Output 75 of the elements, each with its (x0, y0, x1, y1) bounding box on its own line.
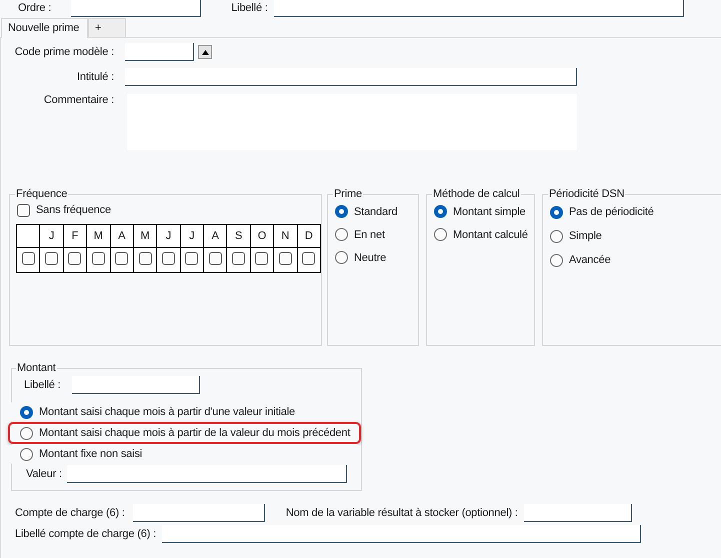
checkbox[interactable] (278, 252, 292, 265)
input-field[interactable] (524, 504, 632, 522)
radio-button[interactable] (550, 254, 563, 266)
checkbox[interactable] (162, 252, 175, 265)
radio-button[interactable] (335, 205, 348, 218)
input-field[interactable] (71, 0, 202, 16)
field-label: Commentaire : (42, 94, 114, 106)
checkbox[interactable] (208, 252, 222, 265)
triangle-up-icon (202, 50, 208, 54)
radio-button[interactable] (20, 406, 33, 418)
group-title: Prime (333, 188, 363, 200)
radio-button[interactable] (434, 205, 447, 218)
field-label: Libellé : (24, 379, 61, 391)
group-title: Montant (16, 362, 57, 374)
radio-option[interactable]: Neutre (335, 246, 418, 269)
input-field[interactable] (162, 525, 642, 543)
field-label: Code prime modèle : (14, 46, 114, 58)
month-header: A (110, 224, 134, 248)
input-field[interactable] (125, 68, 577, 86)
field-label: Compte de charge (6) : (15, 507, 125, 519)
field-label: Intitulé : (76, 71, 114, 83)
month-header: O (250, 224, 274, 248)
group-title: Méthode de calcul (432, 188, 521, 200)
month-header: F (63, 224, 87, 248)
tab[interactable]: + (88, 18, 126, 37)
radio-button[interactable] (550, 206, 563, 218)
field-label: Nom de la variable résultat à stocker (optionnel) : (286, 507, 518, 519)
checkbox[interactable] (302, 252, 316, 265)
month-header: M (133, 224, 157, 248)
checkbox[interactable] (17, 204, 30, 216)
radio-option[interactable]: Montant simple (434, 200, 534, 223)
month-header: D (297, 224, 320, 248)
month-header: M (86, 224, 110, 248)
radio-option[interactable]: Montant calculé (434, 223, 534, 246)
radio-button[interactable] (434, 228, 447, 241)
radio-option[interactable]: Montant saisi chaque mois à partir de la valeur du mois précédent (8, 422, 361, 444)
checkbox[interactable] (115, 252, 128, 265)
radio-button[interactable] (20, 448, 33, 460)
checkbox[interactable] (22, 252, 35, 265)
checkbox[interactable] (92, 252, 105, 265)
field-label: Libellé compte de charge (6) : (15, 528, 156, 540)
input-field[interactable] (66, 465, 347, 483)
checkbox[interactable] (45, 252, 58, 265)
month-header: S (226, 224, 250, 248)
field-label: Ordre : (18, 2, 52, 14)
radio-button[interactable] (20, 426, 33, 440)
group-title: Fréquence (15, 188, 68, 200)
checkbox[interactable] (255, 252, 268, 265)
month-header: J (40, 224, 64, 248)
radio-option[interactable]: Pas de périodicité (550, 200, 721, 224)
radio-option[interactable]: Simple (550, 224, 721, 248)
checkbox[interactable] (185, 252, 198, 265)
month-header: A (204, 224, 227, 248)
input-field[interactable] (72, 376, 200, 394)
radio-option[interactable]: En net (335, 223, 418, 246)
input-field[interactable] (125, 43, 194, 61)
group-title: Périodicité DSN (548, 188, 626, 200)
checkbox[interactable] (138, 252, 152, 265)
month-header: J (180, 224, 204, 248)
tab[interactable]: Nouvelle prime (1, 18, 88, 38)
radio-button[interactable] (335, 228, 348, 241)
field-label: Libellé : (231, 2, 268, 14)
radio-option[interactable]: Avancée (550, 248, 721, 272)
month-header: J (156, 224, 180, 248)
input-field[interactable] (132, 504, 265, 522)
checkbox[interactable] (68, 252, 82, 265)
radio-button[interactable] (335, 251, 348, 264)
radio-option[interactable]: Standard (335, 200, 418, 223)
month-header: N (274, 224, 297, 248)
checkbox[interactable] (232, 252, 246, 265)
checkbox-option[interactable]: Sans fréquence (17, 200, 321, 220)
dropdown-button[interactable] (198, 45, 212, 59)
input-field[interactable] (274, 0, 684, 16)
field-label: Valeur : (26, 468, 62, 480)
radio-button[interactable] (550, 230, 563, 242)
